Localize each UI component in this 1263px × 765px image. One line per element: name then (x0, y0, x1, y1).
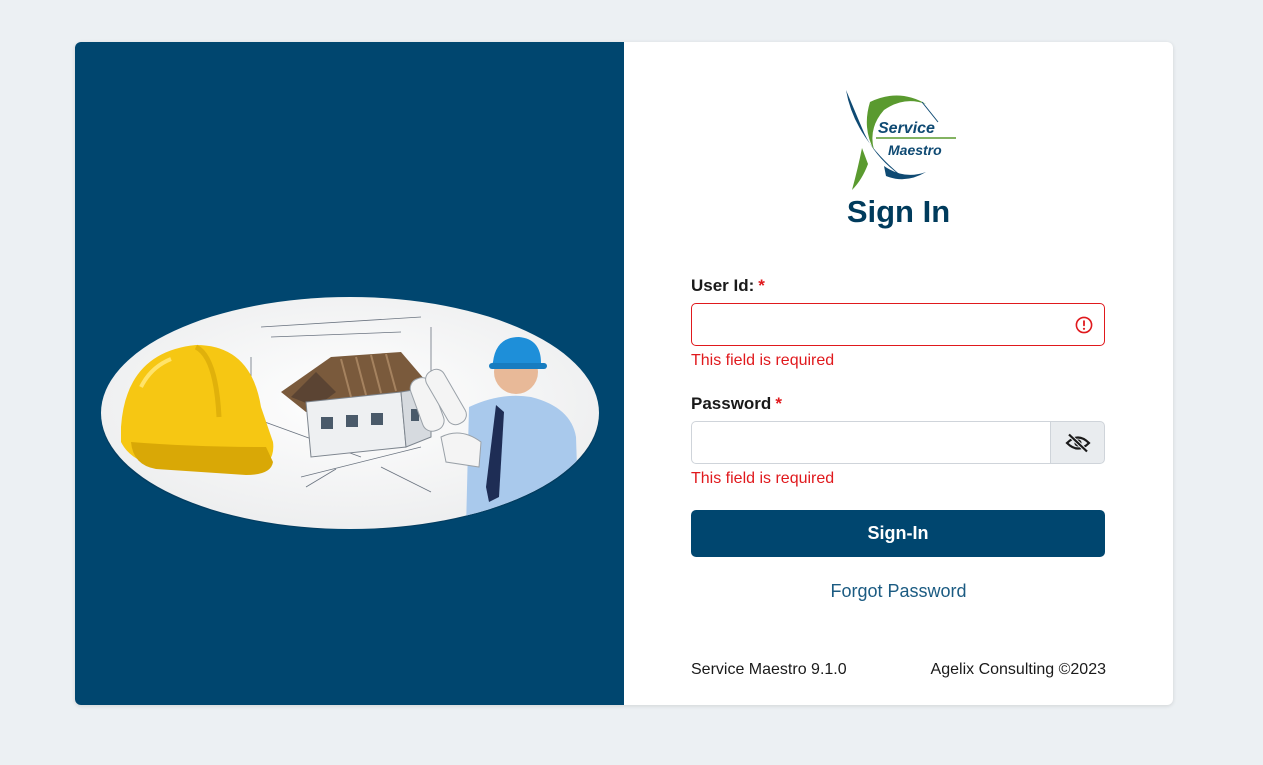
eye-slash-icon (1064, 432, 1091, 453)
signin-panel: Service Maestro Sign In User Id: * This f… (624, 42, 1173, 705)
construction-hero-illustration (101, 297, 599, 529)
user-id-input[interactable] (692, 304, 1104, 345)
user-id-label: User Id: * (691, 276, 765, 296)
login-card: Service Maestro Sign In User Id: * This f… (75, 42, 1173, 705)
hero-panel (75, 42, 624, 705)
svg-text:Maestro: Maestro (888, 142, 942, 158)
required-marker: * (775, 394, 782, 413)
service-maestro-logo: Service Maestro (846, 90, 956, 190)
password-label: Password * (691, 394, 782, 414)
required-marker: * (758, 276, 765, 295)
copyright: Agelix Consulting ©2023 (930, 661, 1106, 678)
password-error: This field is required (691, 470, 835, 487)
toggle-password-button[interactable] (1050, 421, 1105, 464)
user-id-label-text: User Id: (691, 276, 755, 295)
user-id-field[interactable] (691, 303, 1105, 346)
svg-text:Service: Service (878, 120, 935, 137)
password-label-text: Password (691, 394, 772, 413)
page-title: Sign In (846, 194, 951, 229)
error-circle-icon (1075, 316, 1093, 334)
password-input-wrapper[interactable] (691, 421, 1050, 464)
user-id-error: This field is required (691, 352, 835, 369)
password-input[interactable] (692, 422, 1050, 463)
sign-in-button[interactable]: Sign-In (691, 510, 1105, 557)
forgot-password-link[interactable]: Forgot Password (624, 581, 1173, 602)
password-field (691, 421, 1105, 464)
app-version: Service Maestro 9.1.0 (691, 661, 847, 678)
